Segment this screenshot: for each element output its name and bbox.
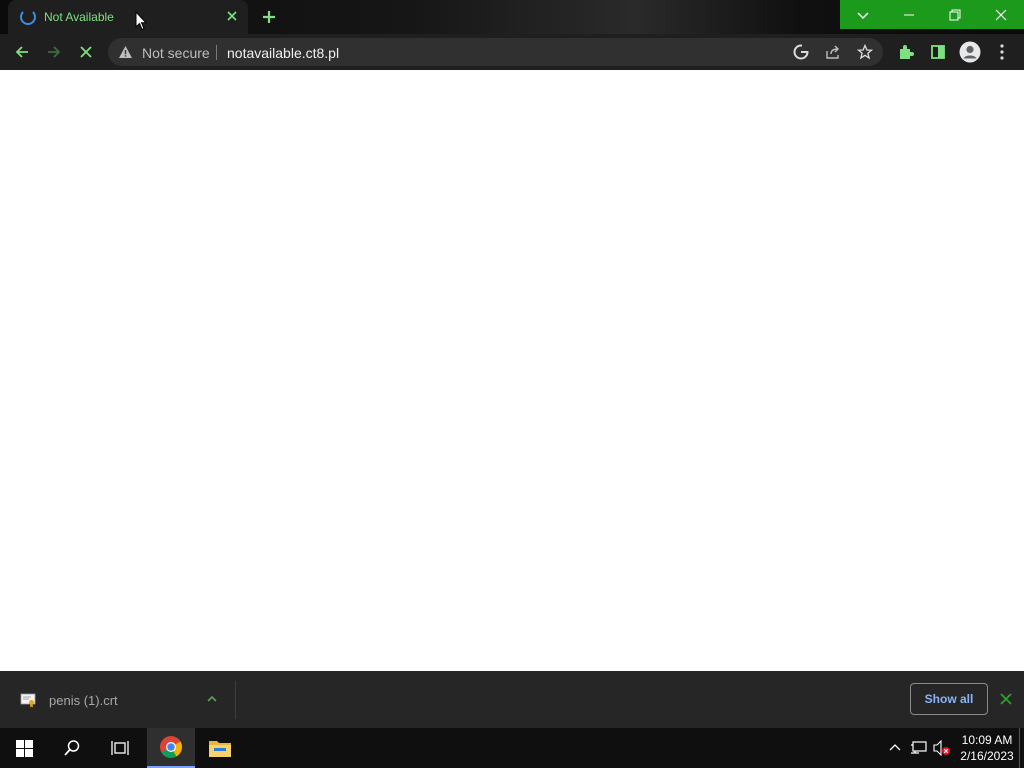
page-content[interactable] bbox=[0, 70, 1024, 671]
window-close-button[interactable] bbox=[978, 0, 1024, 29]
mouse-cursor-icon bbox=[135, 11, 147, 31]
puzzle-icon bbox=[900, 45, 914, 59]
clock-date: 2/16/2023 bbox=[960, 749, 1014, 763]
kebab-menu-icon bbox=[1000, 44, 1004, 60]
stop-icon bbox=[80, 46, 92, 58]
start-button[interactable] bbox=[0, 728, 48, 768]
tab-search-button[interactable] bbox=[840, 0, 886, 29]
share-icon bbox=[826, 45, 839, 59]
new-tab-button[interactable] bbox=[256, 5, 282, 29]
restore-icon bbox=[949, 9, 961, 20]
task-view-icon bbox=[111, 741, 129, 755]
extensions-button[interactable] bbox=[894, 40, 918, 64]
taskbar: 10:09 AM 2/16/2023 bbox=[0, 728, 1024, 768]
windows-icon bbox=[15, 739, 33, 757]
stop-loading-button[interactable] bbox=[74, 40, 98, 64]
browser-tab[interactable]: Not Available bbox=[8, 0, 248, 34]
share-button[interactable] bbox=[824, 43, 842, 61]
side-panel-button[interactable] bbox=[926, 40, 950, 64]
profile-button[interactable] bbox=[958, 40, 982, 64]
chevron-down-icon bbox=[857, 11, 869, 19]
restore-button[interactable] bbox=[932, 0, 978, 29]
folder-icon bbox=[209, 741, 231, 757]
network-icon bbox=[911, 741, 927, 754]
tab-close-button[interactable] bbox=[224, 8, 240, 24]
side-panel-icon bbox=[931, 45, 945, 59]
bookmark-button[interactable] bbox=[856, 43, 874, 61]
file-explorer-button[interactable] bbox=[196, 728, 244, 768]
url-text[interactable]: notavailable.ct8.pl bbox=[227, 45, 339, 61]
download-shelf: penis (1).crt Show all bbox=[0, 671, 1024, 728]
address-separator bbox=[216, 45, 217, 60]
forward-button[interactable] bbox=[42, 40, 66, 64]
plus-icon bbox=[263, 11, 275, 23]
minimize-button[interactable] bbox=[886, 0, 932, 29]
download-item[interactable]: penis (1).crt bbox=[8, 679, 228, 721]
show-hidden-icons-button[interactable] bbox=[886, 739, 904, 757]
chevron-up-icon bbox=[889, 744, 901, 751]
network-button[interactable] bbox=[910, 739, 928, 757]
search-icon bbox=[64, 740, 80, 756]
volume-button[interactable] bbox=[933, 739, 951, 757]
arrow-right-icon bbox=[48, 46, 61, 58]
close-icon bbox=[227, 11, 237, 21]
minimize-icon bbox=[904, 14, 914, 15]
chrome-taskbar-button[interactable] bbox=[147, 728, 195, 768]
certificate-file-icon bbox=[20, 693, 36, 708]
download-file-name: penis (1).crt bbox=[49, 693, 118, 708]
menu-button[interactable] bbox=[990, 40, 1014, 64]
security-status-label[interactable]: Not secure bbox=[142, 45, 210, 61]
warning-icon[interactable] bbox=[118, 45, 133, 59]
system-clock[interactable]: 10:09 AM 2/16/2023 bbox=[956, 732, 1018, 764]
chevron-up-icon[interactable] bbox=[205, 692, 219, 706]
profile-icon bbox=[959, 41, 981, 63]
show-desktop-button[interactable] bbox=[1019, 728, 1024, 768]
star-icon bbox=[857, 44, 873, 60]
title-bar: Not Available bbox=[0, 0, 1024, 34]
google-lens-button[interactable] bbox=[792, 43, 810, 61]
browser-toolbar: Not secure notavailable.ct8.pl bbox=[0, 34, 1024, 70]
chrome-icon bbox=[160, 736, 182, 758]
show-all-button[interactable]: Show all bbox=[910, 683, 988, 715]
search-button[interactable] bbox=[48, 728, 96, 768]
tab-title: Not Available bbox=[44, 10, 114, 24]
volume-muted-icon bbox=[933, 740, 950, 756]
google-icon bbox=[793, 44, 809, 60]
close-icon[interactable] bbox=[998, 691, 1014, 707]
close-icon bbox=[995, 9, 1007, 20]
address-bar[interactable]: Not secure notavailable.ct8.pl bbox=[108, 38, 883, 66]
loading-spinner-icon bbox=[20, 9, 36, 25]
clock-time: 10:09 AM bbox=[961, 733, 1013, 747]
back-button[interactable] bbox=[10, 40, 34, 64]
task-view-button[interactable] bbox=[96, 728, 144, 768]
download-separator bbox=[235, 681, 236, 719]
arrow-left-icon bbox=[15, 46, 28, 58]
